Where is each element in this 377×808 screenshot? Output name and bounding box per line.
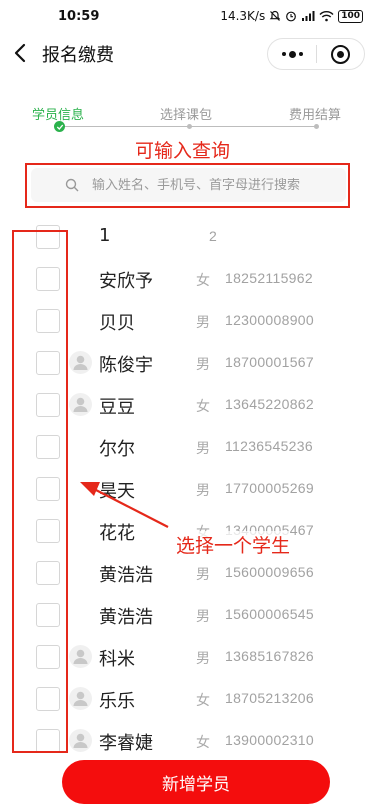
student-phone: 13685167826 xyxy=(225,648,314,664)
student-gender: 男 xyxy=(196,483,210,499)
student-name: 乐乐 xyxy=(99,691,135,712)
student-name: 花花 xyxy=(99,523,135,544)
student-gender: 男 xyxy=(196,609,210,625)
student-gender: 女 xyxy=(196,735,210,751)
status-time: 10:59 xyxy=(58,8,100,24)
student-name: 黄浩浩 xyxy=(99,565,153,586)
search-input[interactable] xyxy=(92,177,332,193)
step-check-icon xyxy=(54,121,65,132)
student-phone: 13645220862 xyxy=(225,396,314,412)
nav-bar: 报名缴费 xyxy=(0,32,377,78)
student-gender: 男 xyxy=(196,567,210,583)
student-phone: 11236545236 xyxy=(225,438,313,454)
add-student-button[interactable]: 新增学员 xyxy=(62,760,330,804)
student-name: 昊天 xyxy=(99,481,135,502)
student-phone: 13900002310 xyxy=(225,732,314,748)
student-gender: 女 xyxy=(196,399,210,415)
step-dot xyxy=(187,124,192,129)
student-phone: 18700001567 xyxy=(225,354,314,370)
more-dot-icon xyxy=(288,50,296,58)
mute-icon xyxy=(269,10,281,21)
student-name: 安欣予 xyxy=(99,271,153,292)
back-arrow-icon[interactable] xyxy=(10,42,32,64)
student-gender: 女 xyxy=(196,693,210,709)
student-phone: 15600009656 xyxy=(225,564,314,580)
avatar-icon xyxy=(69,687,92,710)
student-gender: 男 xyxy=(196,441,210,457)
more-dot-icon xyxy=(298,52,303,56)
student-phone: 12300008900 xyxy=(225,312,314,328)
search-box[interactable] xyxy=(31,168,346,202)
avatar-icon xyxy=(69,645,92,668)
step-settlement: 费用结算 xyxy=(289,108,342,123)
student-name: 陈俊宇 xyxy=(99,355,153,376)
step-indicator: 学员信息 选择课包 费用结算 xyxy=(0,100,377,140)
search-icon xyxy=(65,178,79,192)
alarm-icon xyxy=(286,11,297,22)
checkbox-highlight-frame xyxy=(12,230,68,753)
student-name: 李睿婕 xyxy=(99,733,153,754)
student-name: 黄浩浩 xyxy=(99,607,153,628)
student-name: 贝贝 xyxy=(99,313,135,334)
student-gender: 女 xyxy=(196,273,210,289)
student-phone: 15600006545 xyxy=(225,606,314,622)
student-gender: 男 xyxy=(196,357,210,373)
signal-icon xyxy=(302,11,315,21)
target-close-icon xyxy=(330,44,350,64)
student-gender: 男 xyxy=(196,315,210,331)
step-dot xyxy=(314,124,319,129)
close-program-button[interactable] xyxy=(317,38,364,70)
student-name: 豆豆 xyxy=(99,397,135,418)
avatar-icon xyxy=(69,729,92,752)
page-title: 报名缴费 xyxy=(42,45,114,66)
student-phone: 17700005269 xyxy=(225,480,314,496)
student-phone: 18705213206 xyxy=(225,690,314,706)
net-speed: 14.3K/s xyxy=(220,9,266,23)
avatar-icon xyxy=(69,351,92,374)
mini-program-capsule xyxy=(267,38,365,70)
avatar-icon xyxy=(69,393,92,416)
student-phone: 18252115962 xyxy=(225,270,313,286)
more-dot-icon xyxy=(281,52,286,56)
select-annotation: 选择一个学生 xyxy=(176,531,291,558)
student-name: 1 xyxy=(99,225,111,246)
wifi-icon xyxy=(319,11,334,22)
more-menu-button[interactable] xyxy=(268,38,316,70)
battery-icon: 100 xyxy=(338,9,363,23)
student-name: 科米 xyxy=(99,649,135,670)
student-gender: 男 xyxy=(196,651,210,667)
student-name: 尔尔 xyxy=(99,439,135,460)
status-bar: 10:59 14.3K/s 100 xyxy=(0,0,377,32)
status-icons: 14.3K/s 100 xyxy=(220,9,363,23)
student-phone: 2 xyxy=(209,228,218,244)
search-annotation: 可输入查询 xyxy=(135,140,231,162)
step-select-package: 选择课包 xyxy=(160,108,213,123)
